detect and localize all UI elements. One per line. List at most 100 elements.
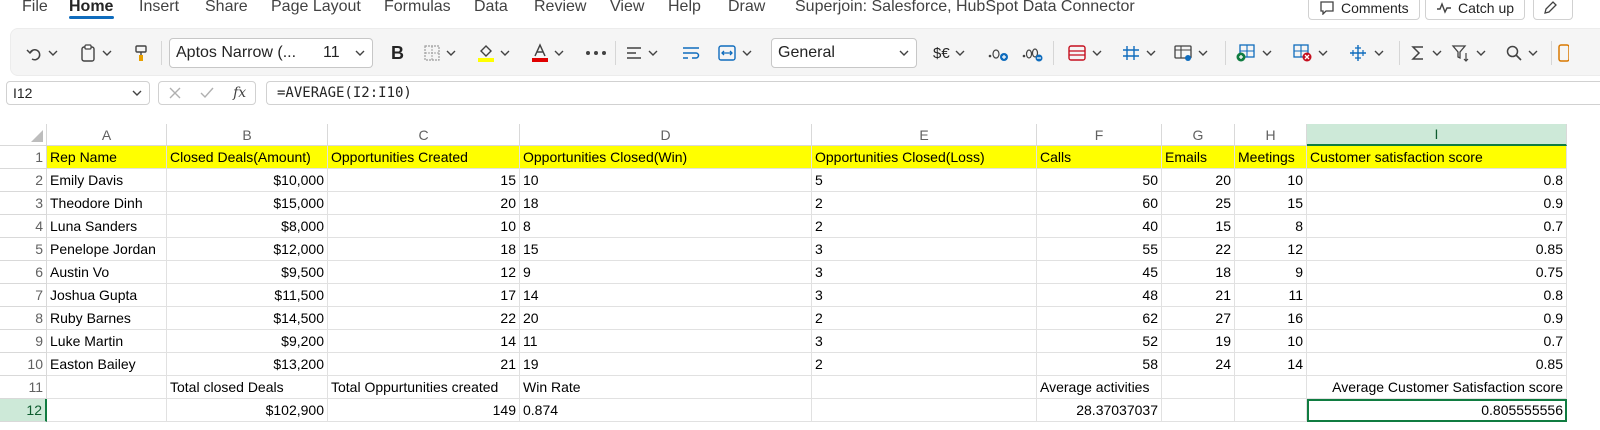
table-cell[interactable]: 21 — [328, 353, 520, 376]
column-header-g[interactable]: G — [1162, 124, 1235, 146]
wrap-text-button[interactable] — [681, 39, 701, 67]
table-cell[interactable]: $8,000 — [167, 215, 328, 238]
table-cell[interactable]: Luke Martin — [47, 330, 167, 353]
table-cell[interactable]: 25 — [1162, 192, 1235, 215]
undo-button[interactable] — [25, 39, 59, 67]
table-cell[interactable]: 3 — [812, 261, 1037, 284]
borders-button[interactable] — [423, 39, 457, 67]
header-cell[interactable]: Opportunities Closed(Win) — [520, 146, 812, 169]
table-cell[interactable]: 2 — [812, 353, 1037, 376]
table-cell[interactable]: $11,500 — [167, 284, 328, 307]
table-cell[interactable]: 16 — [1235, 307, 1307, 330]
editing-mode-button[interactable] — [1533, 0, 1573, 20]
table-cell[interactable]: 18 — [328, 238, 520, 261]
row-header[interactable]: 9 — [0, 330, 47, 353]
table-cell[interactable] — [1162, 399, 1235, 422]
table-cell[interactable]: 15 — [520, 238, 812, 261]
table-cell[interactable]: 10 — [520, 169, 812, 192]
font-color-button[interactable] — [531, 39, 565, 67]
row-header[interactable]: 10 — [0, 353, 47, 376]
table-cell[interactable]: 15 — [1235, 192, 1307, 215]
row-header[interactable]: 4 — [0, 215, 47, 238]
column-header-f[interactable]: F — [1037, 124, 1162, 146]
table-cell[interactable]: Average Customer Satisfaction score — [1307, 376, 1567, 399]
menu-view[interactable]: View — [610, 0, 644, 16]
table-cell[interactable]: 19 — [520, 353, 812, 376]
header-cell[interactable]: Rep Name — [47, 146, 167, 169]
table-cell[interactable]: $14,500 — [167, 307, 328, 330]
table-cell[interactable]: 3 — [812, 330, 1037, 353]
table-cell[interactable] — [47, 399, 167, 422]
menu-formulas[interactable]: Formulas — [384, 0, 451, 16]
table-cell[interactable]: Joshua Gupta — [47, 284, 167, 307]
check-icon[interactable] — [199, 86, 215, 100]
table-cell[interactable]: 2 — [812, 215, 1037, 238]
table-cell[interactable] — [812, 399, 1037, 422]
formula-input[interactable]: =AVERAGE(I2:I10) — [266, 81, 1600, 105]
table-cell[interactable]: 12 — [1235, 238, 1307, 261]
table-cell[interactable]: 9 — [1235, 261, 1307, 284]
column-header-i[interactable]: I — [1307, 124, 1567, 146]
decrease-decimal-button[interactable] — [1021, 39, 1043, 67]
table-cell[interactable]: 52 — [1037, 330, 1162, 353]
table-cell[interactable]: 0.9 — [1307, 192, 1567, 215]
align-button[interactable] — [625, 39, 659, 67]
table-cell[interactable]: 22 — [328, 307, 520, 330]
table-cell[interactable]: 14 — [1235, 353, 1307, 376]
table-cell[interactable]: Win Rate — [520, 376, 812, 399]
header-cell[interactable]: Emails — [1162, 146, 1235, 169]
table-cell[interactable]: Total closed Deals — [167, 376, 328, 399]
currency-format-button[interactable]: $€ — [933, 39, 966, 67]
table-cell[interactable]: 15 — [1162, 215, 1235, 238]
table-cell[interactable]: 20 — [328, 192, 520, 215]
menu-file[interactable]: File — [22, 0, 48, 16]
table-cell[interactable]: 11 — [520, 330, 812, 353]
table-cell[interactable]: 0.874 — [520, 399, 812, 422]
row-header[interactable]: 2 — [0, 169, 47, 192]
more-font-options-button[interactable] — [585, 39, 607, 67]
table-cell[interactable]: 14 — [520, 284, 812, 307]
menu-page-layout[interactable]: Page Layout — [271, 0, 361, 16]
table-cell[interactable]: $102,900 — [167, 399, 328, 422]
table-cell[interactable]: 9 — [520, 261, 812, 284]
table-cell[interactable]: 20 — [520, 307, 812, 330]
insert-cells-button[interactable] — [1235, 39, 1273, 67]
row-header[interactable]: 1 — [0, 146, 47, 169]
comments-button[interactable]: Comments — [1308, 0, 1420, 20]
table-cell[interactable]: 27 — [1162, 307, 1235, 330]
table-cell[interactable]: 21 — [1162, 284, 1235, 307]
bold-button[interactable]: B — [391, 39, 404, 67]
table-cell[interactable] — [812, 376, 1037, 399]
row-header[interactable]: 7 — [0, 284, 47, 307]
table-cell[interactable]: 0.75 — [1307, 261, 1567, 284]
table-cell[interactable]: 28.37037037 — [1037, 399, 1162, 422]
row-header[interactable]: 3 — [0, 192, 47, 215]
table-cell[interactable]: Emily Davis — [47, 169, 167, 192]
conditional-formatting-button[interactable] — [1067, 39, 1103, 67]
autosum-button[interactable] — [1409, 39, 1443, 67]
cell-styles-button[interactable] — [1173, 39, 1209, 67]
table-cell[interactable]: 2 — [812, 307, 1037, 330]
format-as-table-button[interactable] — [1121, 39, 1157, 67]
sort-filter-button[interactable] — [1451, 39, 1487, 67]
table-cell[interactable]: Total Oppurtunities created — [328, 376, 520, 399]
column-header-c[interactable]: C — [328, 124, 520, 146]
table-cell[interactable]: 24 — [1162, 353, 1235, 376]
table-cell[interactable]: $15,000 — [167, 192, 328, 215]
number-format-select[interactable]: General — [771, 38, 917, 68]
table-cell[interactable]: 10 — [1235, 169, 1307, 192]
table-cell[interactable]: 0.9 — [1307, 307, 1567, 330]
table-cell[interactable]: 50 — [1037, 169, 1162, 192]
column-header-d[interactable]: D — [520, 124, 812, 146]
table-cell[interactable]: 40 — [1037, 215, 1162, 238]
name-box[interactable]: I12 — [6, 81, 150, 105]
menu-home[interactable]: Home — [69, 0, 113, 16]
header-cell[interactable]: Calls — [1037, 146, 1162, 169]
table-cell[interactable]: Luna Sanders — [47, 215, 167, 238]
format-painter-button[interactable] — [133, 39, 149, 67]
column-header-b[interactable]: B — [167, 124, 328, 146]
merge-button[interactable] — [717, 39, 753, 67]
table-cell[interactable]: $9,200 — [167, 330, 328, 353]
table-cell[interactable]: 0.85 — [1307, 353, 1567, 376]
table-cell[interactable]: $10,000 — [167, 169, 328, 192]
